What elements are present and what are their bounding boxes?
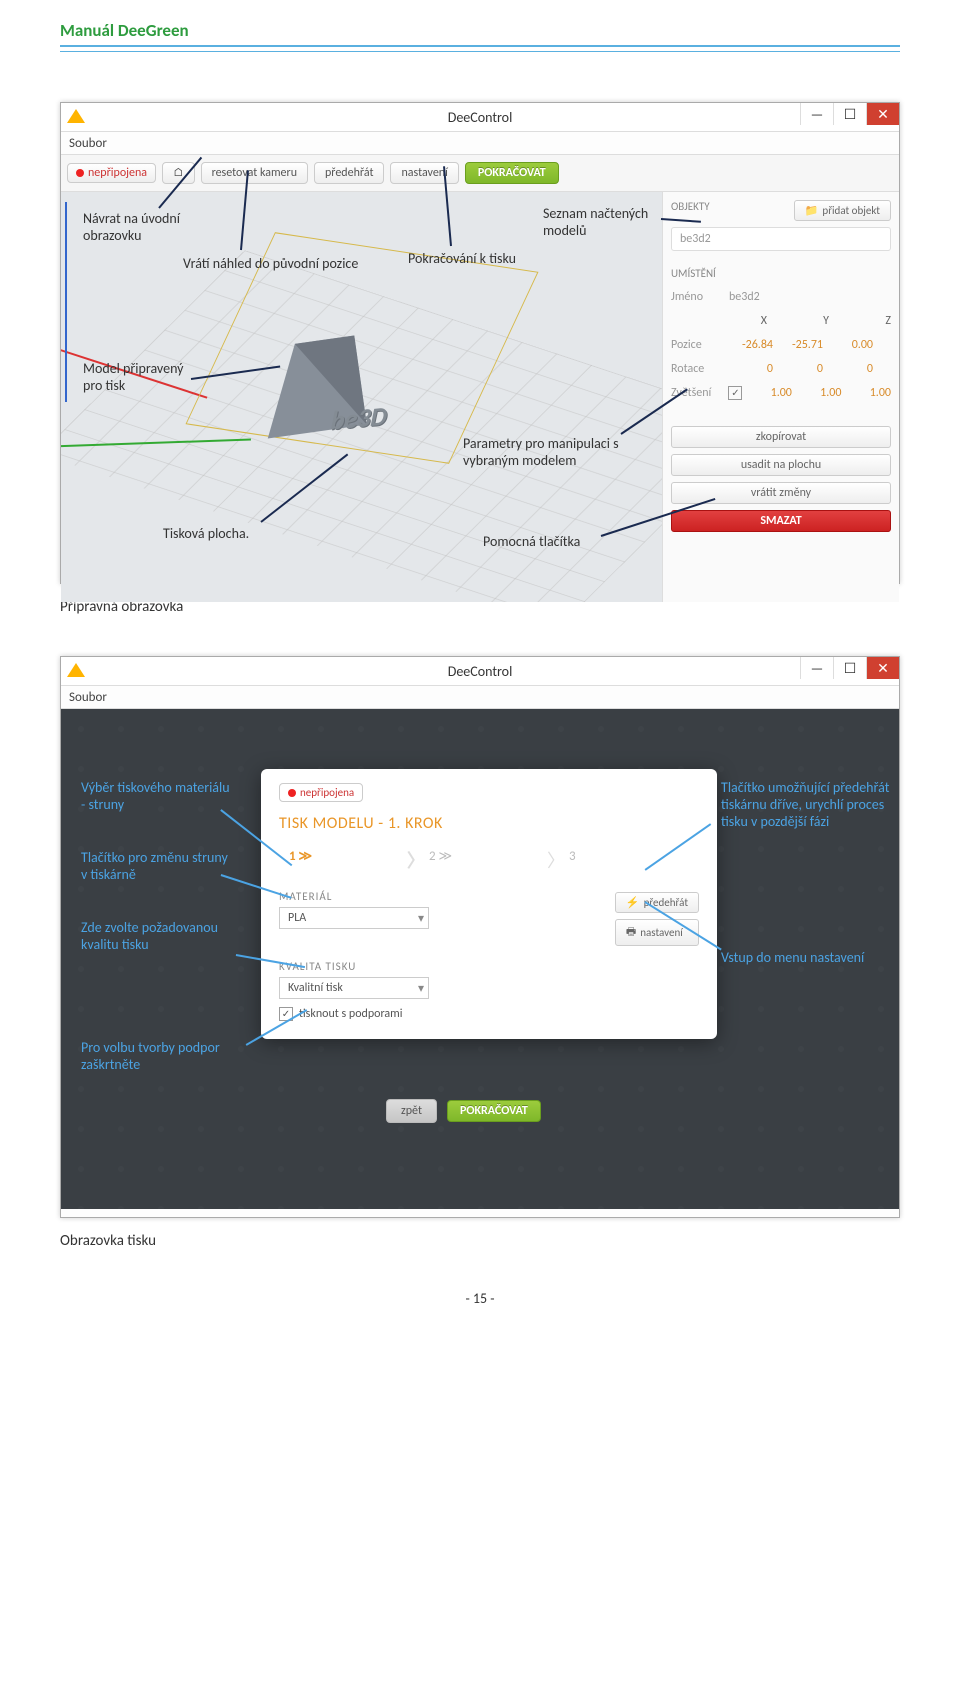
annot-home: Návrat na úvodní obrazovku — [81, 208, 201, 246]
back-button[interactable]: zpět — [386, 1099, 437, 1123]
col-x: X — [729, 314, 767, 328]
maximize-icon[interactable]: ☐ — [833, 657, 866, 679]
placement-label: UMÍSTĚNÍ — [671, 267, 891, 280]
quality-label: KVALITA TISKU — [279, 960, 699, 973]
annot-helpbtns: Pomocná tlačítka — [481, 531, 582, 552]
pos-y[interactable]: -25.71 — [779, 338, 823, 352]
screenshot-2: DeeControl — ☐ ✕ Soubor nepřipojena TISK… — [60, 656, 900, 1218]
pos-label: Pozice — [671, 338, 723, 352]
name-value: be3d2 — [729, 290, 760, 304]
wizard-steps: 1 ≫〉 2 ≫〉 3 — [279, 845, 699, 868]
window-title-2: DeeControl — [448, 663, 513, 680]
caption-2: Obrazovka tisku — [60, 1232, 900, 1250]
pos-x[interactable]: -26.84 — [729, 338, 773, 352]
annot-material: Výběr tiskového materiálu - struny — [81, 779, 231, 813]
status-dot-icon — [76, 169, 84, 177]
rot-y[interactable]: 0 — [779, 362, 823, 376]
objects-label: OBJEKTY — [671, 200, 710, 221]
step-3[interactable]: 3 — [559, 845, 699, 868]
annot-model: Model připravený pro tisk — [81, 358, 201, 396]
titlebar-2: DeeControl — ☐ ✕ — [61, 657, 899, 686]
annot-supports: Pro volbu tvorby podpor zaškrtněte — [81, 1039, 251, 1073]
close-icon[interactable]: ✕ — [866, 103, 899, 125]
folder-icon: 📁 — [805, 204, 819, 217]
annot-printarea: Tisková plocha. — [161, 523, 251, 544]
connection-status-2: nepřipojena — [279, 783, 363, 802]
quality-select[interactable]: Kvalitní tisk — [279, 977, 429, 999]
object-list-item[interactable]: be3d2 — [671, 227, 891, 251]
flame-icon: ⚡ — [626, 896, 640, 909]
model-text: be3D — [330, 399, 389, 436]
menubar-2[interactable]: Soubor — [61, 686, 899, 709]
annot-objects: Seznam načtených modelů — [541, 203, 671, 241]
copy-button[interactable]: zkopírovat — [671, 426, 891, 448]
delete-button[interactable]: SMAZAT — [671, 510, 891, 532]
minimize-icon[interactable]: — — [800, 103, 833, 125]
model-preview[interactable]: be3D — [261, 342, 421, 462]
annot-changestring: Tlačítko pro změnu struny v tiskárně — [81, 849, 231, 883]
scale-y[interactable]: 1.00 — [798, 386, 842, 400]
scale-lock-checkbox[interactable]: ✓ — [728, 386, 742, 400]
modal-title: TISK MODELU - 1. KROK — [279, 814, 699, 833]
status-dot-icon — [288, 789, 296, 797]
window-title-1: DeeControl — [448, 109, 513, 126]
continue-button[interactable]: POKRAČOVAT — [465, 162, 559, 184]
seat-button[interactable]: usadit na plochu — [671, 454, 891, 476]
maximize-icon[interactable]: ☐ — [833, 103, 866, 125]
side-panel: OBJEKTY 📁přidat objekt be3d2 UMÍSTĚNÍ Jm… — [663, 192, 899, 602]
doc-title: Manuál DeeGreen — [60, 20, 900, 41]
annot-resetcam: Vrátí náhled do původní pozice — [181, 253, 391, 274]
col-z: Z — [853, 314, 891, 328]
app-logo-icon — [67, 663, 85, 677]
titlebar-1: DeeControl — ☐ ✕ — [61, 103, 899, 132]
annot-settings: Vstup do menu nastavení — [721, 949, 891, 966]
material-label: MATERIÁL — [279, 890, 595, 903]
annot-quality: Zde zvolte požadovanou kvalitu tisku — [81, 919, 241, 953]
rot-x[interactable]: 0 — [729, 362, 773, 376]
annot-continue: Pokračování k tisku — [406, 248, 536, 269]
col-y: Y — [791, 314, 829, 328]
annot-params: Parametry pro manipulaci s vybraným mode… — [461, 433, 631, 471]
app-logo-icon — [67, 109, 85, 123]
name-label: Jméno — [671, 290, 723, 304]
axis-z — [65, 202, 67, 402]
scale-z[interactable]: 1.00 — [847, 386, 891, 400]
close-icon[interactable]: ✕ — [866, 657, 899, 679]
gear-icon: 🖶 — [626, 923, 636, 942]
pos-z[interactable]: 0.00 — [829, 338, 873, 352]
settings-button[interactable]: nastavení — [390, 162, 458, 184]
step-1[interactable]: 1 ≫〉 — [279, 845, 419, 868]
annot-preheat: Tlačítko umožňující předehřát tiskárnu d… — [721, 779, 891, 830]
step-2[interactable]: 2 ≫〉 — [419, 845, 559, 868]
connection-status: nepřipojena — [67, 163, 156, 183]
settings-modal-button[interactable]: 🖶nastavení — [615, 919, 699, 946]
preheat-button[interactable]: předehřát — [314, 162, 384, 184]
add-object-button[interactable]: 📁přidat objekt — [794, 200, 891, 221]
rot-label: Rotace — [671, 362, 723, 376]
screenshot-1: DeeControl — ☐ ✕ Soubor nepřipojena ⌂ re… — [60, 102, 900, 584]
reset-camera-button[interactable]: resetovat kameru — [201, 162, 308, 184]
minimize-icon[interactable]: — — [800, 657, 833, 679]
page-number: - 15 - — [60, 1290, 900, 1307]
rot-z[interactable]: 0 — [829, 362, 873, 376]
scale-x[interactable]: 1.00 — [748, 386, 792, 400]
material-select[interactable]: PLA — [279, 907, 429, 929]
status-text: nepřipojena — [88, 166, 147, 180]
menubar-1[interactable]: Soubor — [61, 132, 899, 155]
continue-button-2[interactable]: POKRAČOVAT — [447, 1100, 541, 1122]
title-divider — [60, 45, 900, 52]
